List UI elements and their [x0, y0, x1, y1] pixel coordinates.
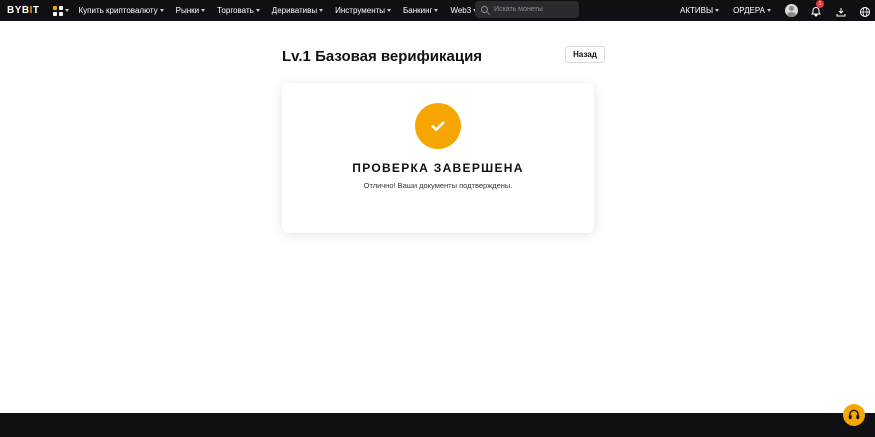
download-button[interactable] — [835, 5, 847, 17]
chevron-down-icon — [255, 9, 260, 12]
chevron-down-icon — [201, 9, 206, 12]
notifications-button[interactable]: 1 — [810, 0, 824, 17]
page-title: Lv.1 Базовая верификация — [282, 48, 483, 65]
nav-tools[interactable]: Инструменты — [335, 6, 392, 15]
footer — [0, 413, 875, 437]
nav-markets[interactable]: Рынки — [176, 6, 206, 15]
chevron-down-icon — [715, 9, 720, 12]
globe-icon — [860, 6, 870, 17]
search-input[interactable] — [494, 6, 574, 13]
nav-web3[interactable]: Web3 — [450, 6, 478, 15]
check-icon — [415, 103, 461, 149]
nav-banking[interactable]: Банкинг — [403, 6, 439, 15]
orders-menu[interactable]: ОРДЕРА — [733, 6, 771, 15]
verification-status-card: ПРОВЕРКА ЗАВЕРШЕНА Отлично! Ваши докумен… — [282, 83, 594, 233]
apps-grid-icon — [52, 5, 63, 16]
apps-menu-button[interactable] — [52, 5, 69, 16]
language-button[interactable] — [859, 5, 871, 17]
headset-icon — [848, 409, 860, 420]
nav-trade[interactable]: Торговать — [217, 6, 260, 15]
chevron-down-icon — [159, 9, 164, 12]
status-title: ПРОВЕРКА ЗАВЕРШЕНА — [352, 161, 524, 175]
coin-search[interactable] — [475, 1, 579, 18]
chevron-down-icon — [319, 9, 324, 12]
bybit-logo[interactable]: BYBIT — [7, 5, 40, 16]
status-message: Отлично! Ваши документы подтверждены. — [363, 181, 513, 190]
chevron-down-icon — [434, 9, 439, 12]
chevron-down-icon — [64, 9, 69, 12]
back-button[interactable]: Назад — [565, 46, 605, 63]
support-chat-button[interactable] — [843, 404, 865, 426]
download-icon — [836, 7, 846, 16]
nav-buy-crypto[interactable]: Купить криптовалюту — [79, 6, 164, 15]
notification-badge: 1 — [816, 0, 824, 8]
chevron-down-icon — [387, 9, 392, 12]
top-navbar: BYBIT Купить криптовалюту Рынки Торговат… — [0, 0, 875, 21]
chevron-down-icon — [767, 9, 771, 12]
assets-menu[interactable]: АКТИВЫ — [680, 6, 720, 15]
nav-derivatives[interactable]: Деривативы — [272, 6, 324, 15]
right-nav: АКТИВЫ ОРДЕРА 1 — [680, 0, 875, 21]
search-icon — [481, 6, 488, 13]
avatar[interactable] — [785, 4, 798, 17]
main-nav: Купить криптовалюту Рынки Торговать Дери… — [79, 6, 490, 15]
